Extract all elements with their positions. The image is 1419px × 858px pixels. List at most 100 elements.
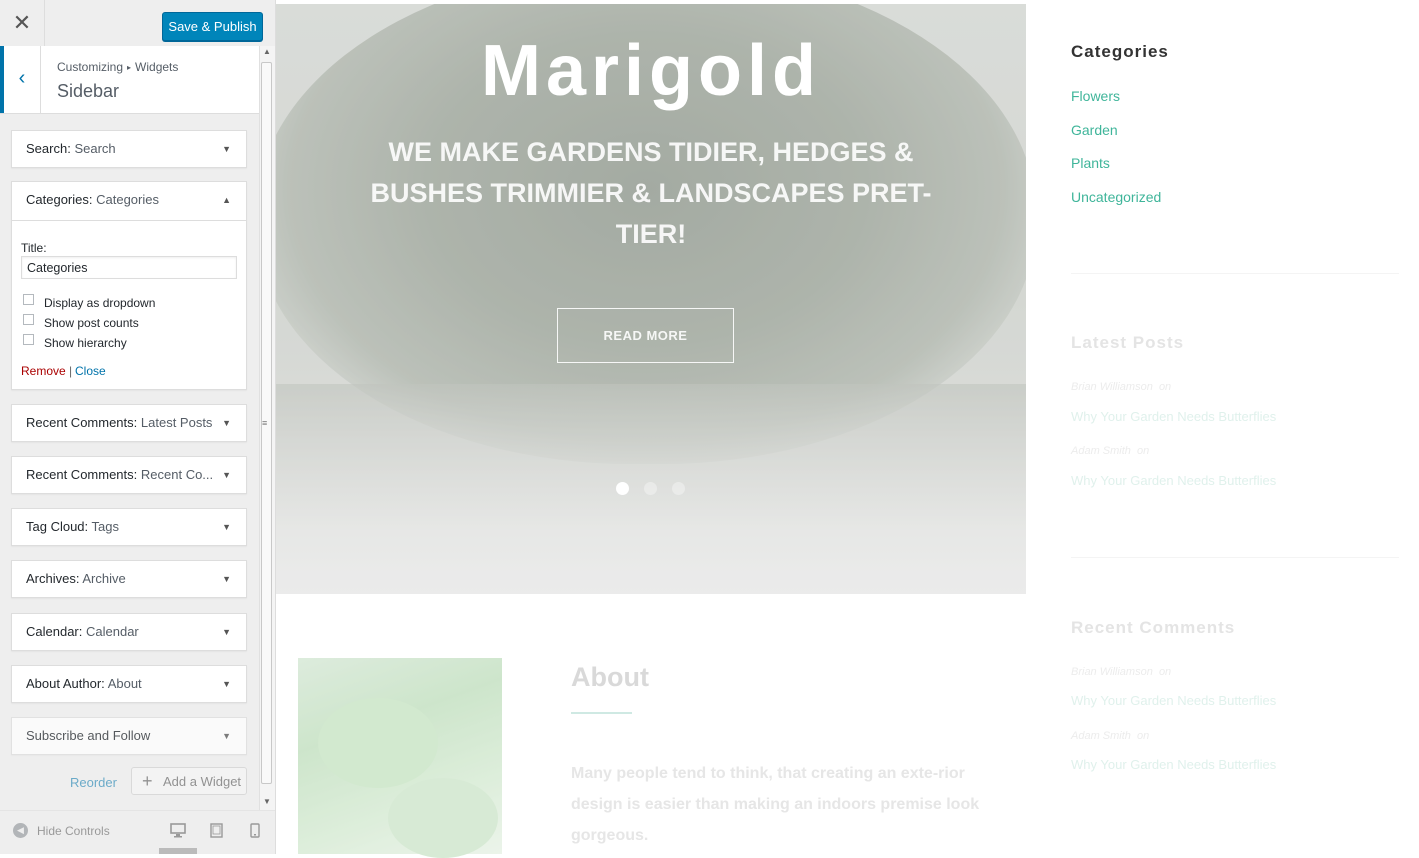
caret-down-icon[interactable]: ▼ [222,405,231,441]
about-text: Many people tend to think, that creating… [571,765,980,844]
categories-heading: Categories [1071,42,1169,61]
tablet-icon[interactable] [210,823,223,838]
widget-title: Recent Co... [140,467,214,482]
caret-down-icon[interactable]: ▼ [222,666,231,702]
breadcrumb-current: Widgets [135,60,179,74]
widget-type: Tag Cloud: [26,519,89,534]
category-link-garden[interactable]: Garden [1071,122,1118,138]
widget-tag-cloud[interactable]: Tag Cloud: Tags ▼ [11,508,247,546]
site-title[interactable]: Marigold [276,30,1026,112]
scroll-down-icon[interactable]: ▼ [263,797,271,806]
latest-posts-heading: Latest Posts [1071,333,1185,352]
widget-title: Latest Posts [140,415,213,430]
widget-type: Search: [26,141,71,156]
customizer-header: ✕ Save & Publish [0,0,275,47]
panel-title: Sidebar [57,81,120,101]
recent-comments-heading: Recent Comments [1071,618,1236,637]
breadcrumb-separator-icon: ▸ [127,63,132,72]
widget-recent-comments[interactable]: Recent Comments: Recent Co... ▼ [11,456,247,494]
plus-icon: + [142,771,153,791]
resize-handle[interactable] [159,848,197,854]
add-widget-button[interactable]: + Add a Widget [131,767,247,795]
sidebar-divider [1071,557,1399,558]
post-link[interactable]: Why Your Garden Needs Butterflies [1071,409,1276,424]
widget-title: Categories [96,192,159,207]
hide-controls-icon[interactable]: ◀ [13,823,28,838]
breadcrumb: Customizing ▸ Widgets [57,60,178,74]
post-meta: Brian Williamson on [1071,381,1172,393]
back-button[interactable]: ‹ [0,46,41,113]
widget-type: Subscribe and Follow [26,728,151,743]
category-link-uncategorized[interactable]: Uncategorized [1071,189,1161,205]
widget-subscribe-follow[interactable]: Subscribe and Follow ▼ [11,717,247,755]
customizer-footer: ◀ Hide Controls [0,810,275,854]
show-hierarchy-label: Show hierarchy [44,336,127,350]
about-image [298,658,502,858]
save-publish-button[interactable]: Save & Publish [162,12,263,41]
widget-categories: Categories: Categories ▲ Title: Display … [11,181,247,390]
scrollbar-grip-icon: ≡ [262,418,267,428]
category-link-flowers[interactable]: Flowers [1071,88,1120,104]
post-meta: Adam Smith on [1071,445,1150,457]
widget-type: Archives: [26,571,80,586]
widget-title: Calendar [86,624,139,639]
chevron-left-icon: ‹ [18,67,26,89]
caret-down-icon[interactable]: ▼ [222,718,231,754]
reorder-button[interactable]: Reorder [70,775,117,790]
mobile-icon[interactable] [250,823,260,838]
desktop-icon[interactable] [170,823,186,838]
caret-up-icon[interactable]: ▲ [222,182,231,218]
widget-about-author[interactable]: About Author: About ▼ [11,665,247,703]
category-link-plants[interactable]: Plants [1071,155,1110,171]
sidebar-divider [1071,273,1399,274]
hero-slider: Marigold WE MAKE GARDENS TIDIER, HEDGES … [276,4,1026,594]
comment-meta: Adam Smith on [1071,730,1150,742]
comment-post-link[interactable]: Why Your Garden Needs Butterflies [1071,693,1276,708]
slider-dot-2[interactable] [644,482,657,495]
read-more-button[interactable]: READ MORE [557,308,734,363]
site-tagline: WE MAKE GARDENS TIDIER, HEDGES & BUSHES … [370,137,932,249]
link-separator: | [69,364,73,378]
widget-type: Calendar: [26,624,83,639]
widget-archives[interactable]: Archives: Archive ▼ [11,560,247,598]
caret-down-icon[interactable]: ▼ [222,457,231,493]
comment-post-link[interactable]: Why Your Garden Needs Butterflies [1071,757,1276,772]
widget-recent-comments-latest-posts[interactable]: Recent Comments: Latest Posts ▼ [11,404,247,442]
remove-link[interactable]: Remove [21,364,66,378]
display-dropdown-label: Display as dropdown [44,296,156,310]
add-widget-label: Add a Widget [163,774,242,789]
widget-title: Archive [82,571,126,586]
close-customizer-button[interactable]: ✕ [0,0,45,46]
widget-title: About [107,676,142,691]
caret-down-icon[interactable]: ▼ [222,614,231,650]
title-label: Title: [21,241,47,255]
post-link[interactable]: Why Your Garden Needs Butterflies [1071,473,1276,488]
scroll-up-icon[interactable]: ▲ [263,47,271,56]
about-title: About [571,662,649,692]
title-input[interactable] [21,256,237,279]
about-divider [571,712,632,714]
caret-down-icon[interactable]: ▼ [222,509,231,545]
widget-type: About Author: [26,676,105,691]
close-link[interactable]: Close [75,364,106,378]
breadcrumb-section: ‹ Customizing ▸ Widgets Sidebar [0,46,259,114]
comment-meta: Brian Williamson on [1071,666,1172,678]
widget-type: Recent Comments: [26,415,138,430]
show-post-counts-checkbox[interactable] [23,314,34,325]
customizer-panel: ✕ Save & Publish ‹ Customizing ▸ Widgets S… [0,0,276,854]
slider-dot-3[interactable] [672,482,685,495]
widget-title: Tags [91,519,120,534]
widget-type: Recent Comments: [26,467,138,482]
widget-title: Search [74,141,116,156]
caret-down-icon[interactable]: ▼ [222,131,231,167]
widget-type: Categories: [26,192,93,207]
breadcrumb-parent: Customizing [57,60,124,74]
slider-dot-1[interactable] [616,482,629,495]
widget-categories-header[interactable]: Categories: Categories ▲ [12,182,246,221]
widget-search[interactable]: Search: Search ▼ [11,130,247,168]
hide-controls-button[interactable]: Hide Controls [37,824,110,838]
widget-calendar[interactable]: Calendar: Calendar ▼ [11,613,247,651]
caret-down-icon[interactable]: ▼ [222,561,231,597]
show-hierarchy-checkbox[interactable] [23,334,34,345]
display-dropdown-checkbox[interactable] [23,294,34,305]
